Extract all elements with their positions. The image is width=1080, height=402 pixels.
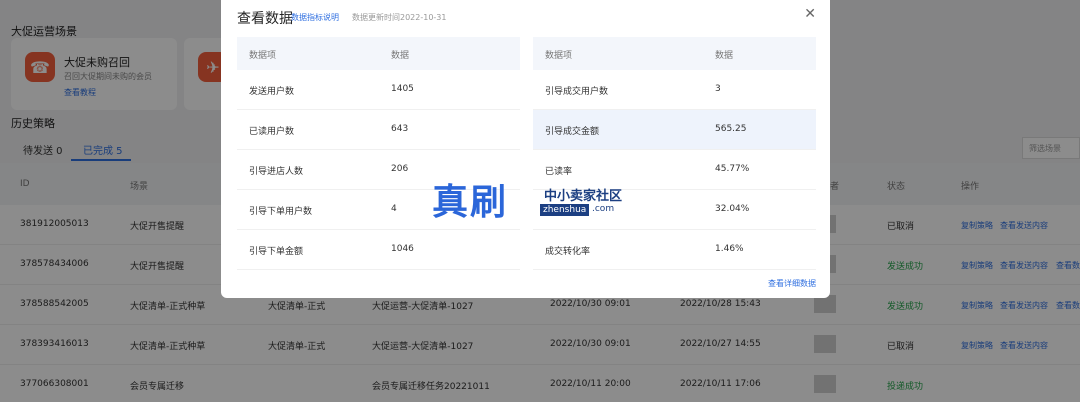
metric-help-link[interactable]: 数据指标说明 xyxy=(291,12,339,23)
metric-name: 引导下单用户数 xyxy=(249,207,313,217)
view-data-modal: 查看数据 数据指标说明 数据更新时间2022-10-31 ✕ 数据项 数据 发送… xyxy=(221,0,830,298)
left-data-table: 数据项 数据 发送用户数 1405 已读用户数 643 引导进店人数 206 引导下单用户数… xyxy=(237,37,520,270)
right-table-header: 数据项 数据 xyxy=(533,37,816,70)
metric-value: 4 xyxy=(391,204,397,214)
close-icon[interactable]: ✕ xyxy=(804,6,816,22)
data-row: 引导下单金额 1046 xyxy=(237,230,520,270)
metric-value: 643 xyxy=(391,124,409,134)
data-updated-time: 数据更新时间2022-10-31 xyxy=(352,13,447,22)
col-metric: 数据项 xyxy=(545,51,573,61)
metric-value: 1.46% xyxy=(715,244,744,254)
metric-name: 成交转化率 xyxy=(545,247,591,257)
metric-name: 引导进店人数 xyxy=(249,167,304,177)
metric-value: 3 xyxy=(715,84,721,94)
metric-value: 45.77% xyxy=(715,164,750,174)
col-value: 数据 xyxy=(715,51,734,61)
watermark-subtext: 中小卖家社区 xyxy=(544,189,623,204)
watermark-text: 真刷 xyxy=(432,182,509,223)
col-metric: 数据项 xyxy=(249,51,277,61)
metric-value: 1405 xyxy=(391,84,414,94)
left-table-header: 数据项 数据 xyxy=(237,37,520,70)
data-row: 已读用户数 643 xyxy=(237,110,520,150)
data-row: 成交转化率 1.46% xyxy=(533,230,816,270)
right-data-table: 数据项 数据 引导成交用户数 3 引导成交金额 565.25 已读率 45.77% 32.0… xyxy=(533,37,816,270)
watermark-url: zhenshua xyxy=(540,204,590,216)
metric-name: 引导成交金额 xyxy=(545,127,600,137)
metric-name: 引导成交用户数 xyxy=(545,87,609,97)
metric-value: 1046 xyxy=(391,244,414,254)
view-detail-link[interactable]: 查看详细数据 xyxy=(768,278,816,289)
metric-name: 发送用户数 xyxy=(249,87,295,97)
metric-value: 206 xyxy=(391,164,409,174)
metric-value: 32.04% xyxy=(715,204,750,214)
watermark-logo: 真刷 中小卖家社区 zhenshua .com xyxy=(432,175,652,223)
metric-name: 已读用户数 xyxy=(249,127,295,137)
metric-value: 565.25 xyxy=(715,124,747,134)
data-row: 引导成交金额 565.25 xyxy=(533,110,816,150)
modal-title: 查看数据 xyxy=(237,11,293,27)
watermark-url-suffix: .com xyxy=(592,204,615,214)
data-row: 发送用户数 1405 xyxy=(237,70,520,110)
data-row: 引导成交用户数 3 xyxy=(533,70,816,110)
metric-name: 引导下单金额 xyxy=(249,247,304,257)
col-value: 数据 xyxy=(391,51,410,61)
